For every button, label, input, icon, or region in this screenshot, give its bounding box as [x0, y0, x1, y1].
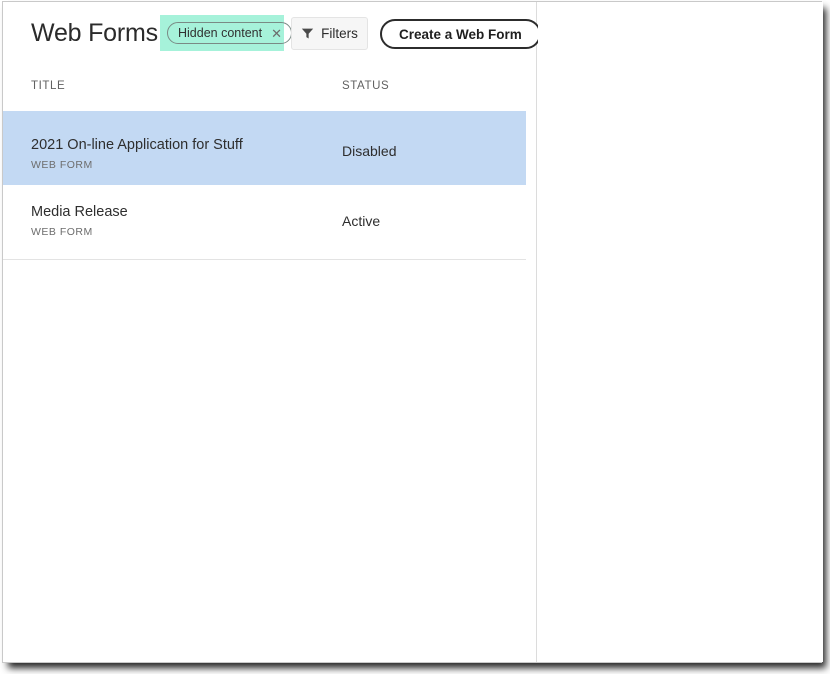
row-status: Active — [342, 213, 381, 229]
create-web-form-button-label: Create a Web Form — [399, 26, 522, 42]
list-toolbar: Web Forms Hidden content ✕ Filters Creat — [3, 2, 541, 68]
details-pane: Status: Disabled Enable Custom Message: … — [538, 2, 823, 662]
row-title: Media Release — [31, 204, 128, 220]
filter-tag-label: Hidden content — [178, 26, 263, 40]
table-row[interactable]: Media Release WEB FORM Active — [3, 185, 526, 260]
screenshot-root: Web Forms Hidden content ✕ Filters Creat — [0, 0, 830, 674]
close-icon[interactable]: ✕ — [271, 27, 282, 40]
row-status: Disabled — [342, 143, 397, 159]
funnel-icon — [301, 27, 314, 40]
create-web-form-button[interactable]: Create a Web Form — [380, 19, 541, 49]
filters-button-label: Filters — [321, 26, 358, 41]
page-title: Web Forms — [31, 19, 158, 47]
list-column-headers: TITLE STATUS — [3, 77, 537, 107]
row-subtitle: WEB FORM — [31, 226, 93, 238]
table-row[interactable]: 2021 On-line Application for Stuff WEB F… — [3, 111, 526, 185]
row-title: 2021 On-line Application for Stuff — [31, 137, 243, 153]
row-subtitle: WEB FORM — [31, 159, 93, 171]
column-header-status: STATUS — [342, 80, 390, 92]
web-forms-list-pane: Web Forms Hidden content ✕ Filters Creat — [3, 2, 541, 662]
column-header-title: TITLE — [31, 80, 66, 92]
app-window: Web Forms Hidden content ✕ Filters Creat — [2, 1, 823, 663]
filter-tag-hidden-content[interactable]: Hidden content ✕ — [167, 22, 292, 44]
filters-button[interactable]: Filters — [291, 17, 368, 50]
